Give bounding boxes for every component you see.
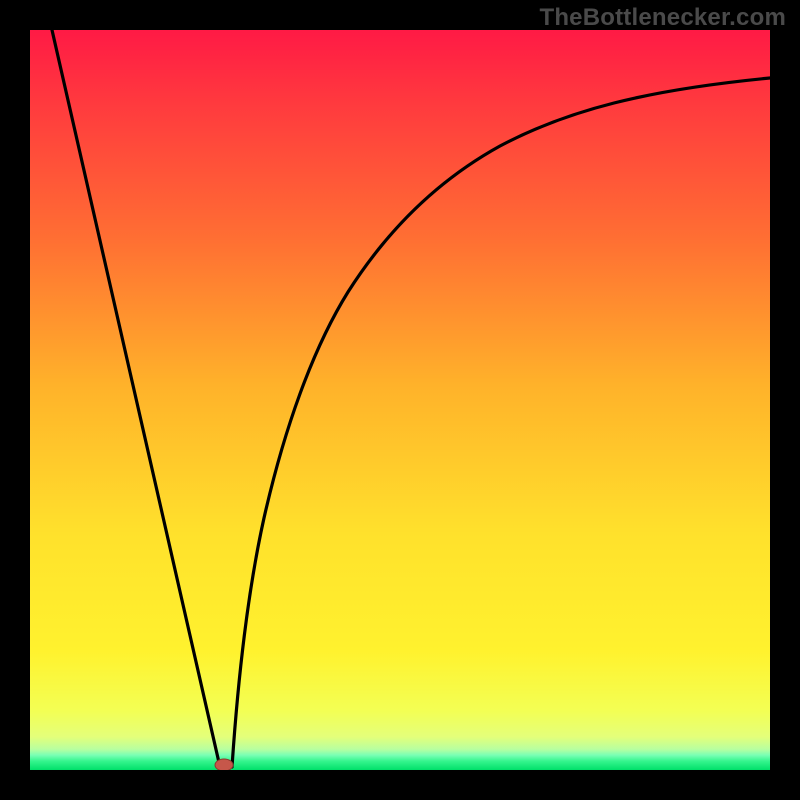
watermark-text: TheBottlenecker.com — [539, 4, 786, 32]
gradient-background — [30, 30, 770, 770]
min-marker — [215, 759, 233, 770]
plot-area — [30, 30, 770, 770]
chart-frame: TheBottlenecker.com — [0, 0, 800, 800]
chart-svg — [30, 30, 770, 770]
